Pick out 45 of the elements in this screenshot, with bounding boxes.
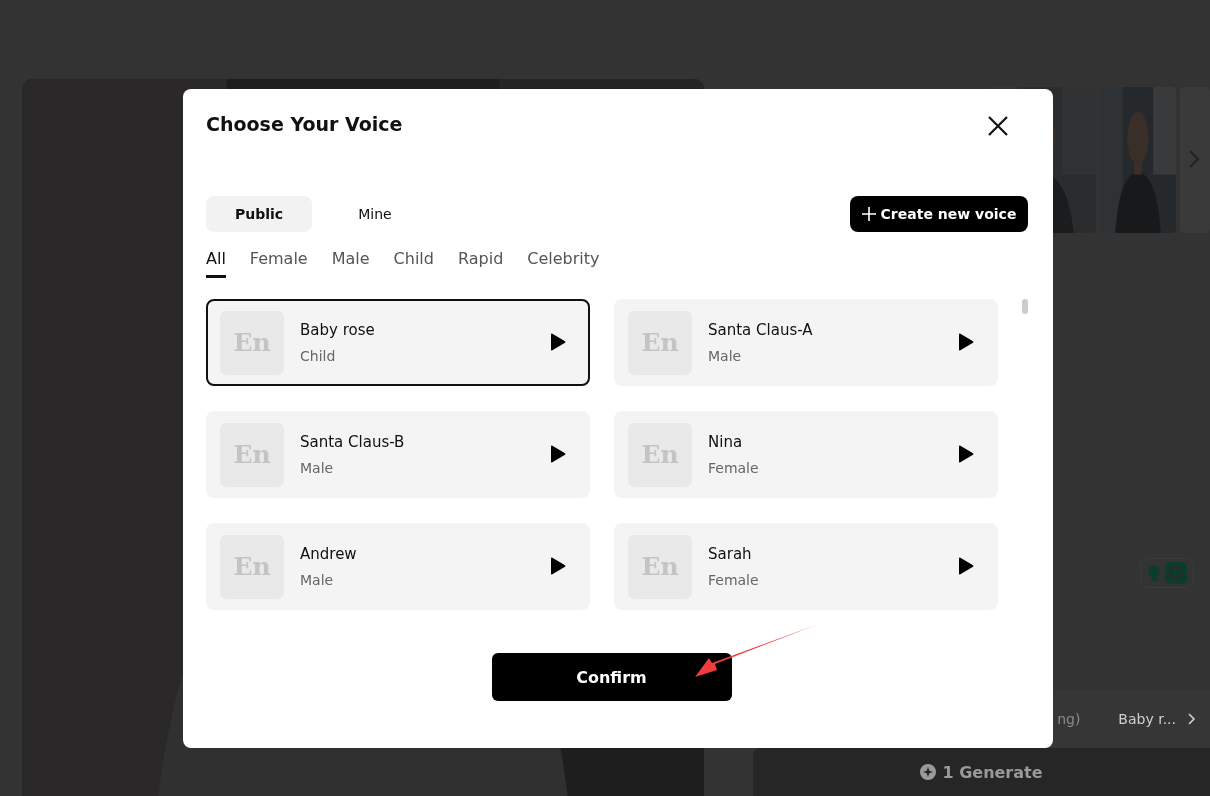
filter-tab[interactable]: Child [393,248,434,278]
voice-category: Female [708,460,760,476]
play-icon [958,556,974,575]
voice-category: Child [300,348,337,364]
lightbulb-icon [1147,564,1161,582]
play-button[interactable] [550,556,568,577]
play-icon [958,332,974,351]
confirm-button[interactable]: Confirm [491,653,732,701]
close-icon [987,115,1009,137]
play-button[interactable] [550,332,568,353]
voice-category: Male [300,460,335,476]
plus-icon [861,207,876,221]
setting-value: ng) [1057,711,1081,727]
filter-tab[interactable]: Rapid [457,248,504,278]
create-voice-button[interactable]: Create new voice [850,196,1028,232]
play-button[interactable] [958,444,976,465]
filter-tab[interactable]: All [206,248,226,278]
filter-tab[interactable]: Female [249,248,308,278]
play-icon [958,444,974,463]
voice-name: Andrew [300,545,358,563]
voice-value[interactable]: Baby r... [1118,711,1176,727]
g-logo-icon [1165,562,1187,584]
sparkle-icon [920,764,937,780]
voice-name: Baby rose [300,321,376,339]
voice-name: Santa Claus-A [708,321,814,339]
source-tab[interactable]: Mine [322,196,428,232]
scrollbar-thumb[interactable] [1022,299,1028,314]
generate-button[interactable]: 1 Generate [753,748,1210,796]
play-button[interactable] [958,332,976,353]
play-icon [550,556,566,575]
filter-tab[interactable]: Male [331,248,370,278]
play-button[interactable] [958,556,976,577]
voice-name: Sarah [708,545,753,563]
voice-name: Nina [708,433,744,451]
voice-name: Santa Claus-B [300,433,406,451]
voice-category: Male [708,348,743,364]
play-button[interactable] [550,444,568,465]
voice-category: Female [708,572,760,588]
dialog-title: Choose Your Voice [206,113,403,135]
voice-category: Male [300,572,335,588]
chevron-right-icon[interactable] [1188,713,1196,725]
source-tab[interactable]: Public [206,196,312,232]
play-icon [550,444,566,463]
play-icon [550,332,566,351]
filter-tab[interactable]: Celebrity [527,248,600,278]
